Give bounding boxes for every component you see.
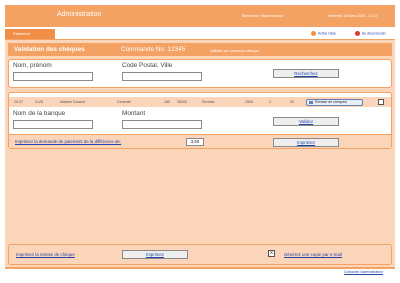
section-header: Validation des chèques Commande No: 1234…	[8, 43, 392, 56]
cell-a: 2	[269, 100, 271, 104]
email-copy-checkbox[interactable]: X	[268, 250, 275, 257]
order-number: Commande No: 12345	[121, 46, 186, 53]
sub-navigation: Paiement Activé l'aide Se déconnecter	[5, 27, 395, 40]
cell-street: Centrale	[117, 100, 131, 104]
app-title: Administration	[57, 11, 102, 18]
print-difference-link[interactable]: Imprimez la demande de paiement de la di…	[15, 139, 121, 144]
city-input[interactable]	[122, 72, 202, 81]
tab-paiement[interactable]: Paiement	[5, 29, 55, 39]
result-panel: 26.07 0125 Martine Durand Centrale 180 3…	[8, 92, 392, 149]
cell-house: 180	[164, 100, 170, 104]
logout-link-label: Se déconnecter	[362, 31, 386, 36]
search-button[interactable]: Recherchez	[273, 69, 339, 78]
remise-cheques-button[interactable]: Remise de chèques	[306, 98, 363, 106]
row-checkbox[interactable]	[378, 99, 384, 105]
cell-date: 26.07	[14, 100, 23, 104]
validate-button[interactable]: Validez	[273, 117, 339, 126]
amount-label: Montant	[122, 110, 146, 117]
cheque-icon	[309, 100, 313, 104]
app-frame: Administration Bienvenue: Marie Durand V…	[5, 5, 395, 274]
contact-admin-link[interactable]: Contactez l'administrateur	[344, 270, 383, 274]
validate-new-link[interactable]: Validez un nouveau chèque	[210, 48, 259, 53]
bank-label: Nom de la banque	[13, 110, 66, 117]
logout-link[interactable]: Se déconnecter	[355, 31, 386, 36]
bottom-panel: Imprimez la remise de chèque Imprimez X …	[8, 244, 392, 265]
email-copy-link[interactable]: Générez une copie par e-mail	[284, 252, 342, 257]
cell-number: 0125	[35, 100, 43, 104]
amount-input[interactable]	[122, 120, 202, 129]
help-link-label: Activé l'aide	[318, 31, 336, 36]
difference-amount: 3,50	[186, 137, 204, 146]
difference-bar: Imprimez la demande de paiement de la di…	[9, 134, 391, 148]
print-remise-button[interactable]: Imprimez	[122, 250, 188, 259]
name-label: Nom, prénom	[13, 62, 52, 69]
cell-city: Rennes	[202, 100, 215, 104]
cell-b: 20	[290, 100, 294, 104]
table-row: 26.07 0125 Martine Durand Centrale 180 3…	[9, 97, 391, 107]
bank-input[interactable]	[13, 120, 93, 129]
top-bar: Administration Bienvenue: Marie Durand V…	[5, 5, 395, 27]
cell-name: Martine Durand	[60, 100, 85, 104]
help-icon	[311, 31, 316, 36]
name-input[interactable]	[13, 72, 93, 81]
search-panel: Nom, prénom Code Postal, Ville Recherche…	[8, 59, 392, 88]
footer: Contactez l'administrateur	[5, 267, 395, 274]
main-content: Validation des chèques Commande No: 1234…	[5, 40, 395, 267]
datetime-text: Vendredi 13 Mars 2009 - 21:12	[328, 14, 378, 18]
help-link[interactable]: Activé l'aide	[311, 31, 336, 36]
print-difference-button[interactable]: Imprimez	[273, 137, 339, 147]
cell-value: 2594	[245, 100, 253, 104]
city-label: Code Postal, Ville	[122, 62, 173, 69]
remise-cheques-label: Remise de chèques	[315, 99, 347, 104]
welcome-text: Bienvenue: Marie Durand	[242, 14, 283, 18]
print-remise-link[interactable]: Imprimez la remise de chèque	[16, 252, 75, 257]
cell-zip: 35000	[177, 100, 187, 104]
logout-icon	[355, 31, 360, 36]
section-title: Validation des chèques	[14, 46, 85, 53]
